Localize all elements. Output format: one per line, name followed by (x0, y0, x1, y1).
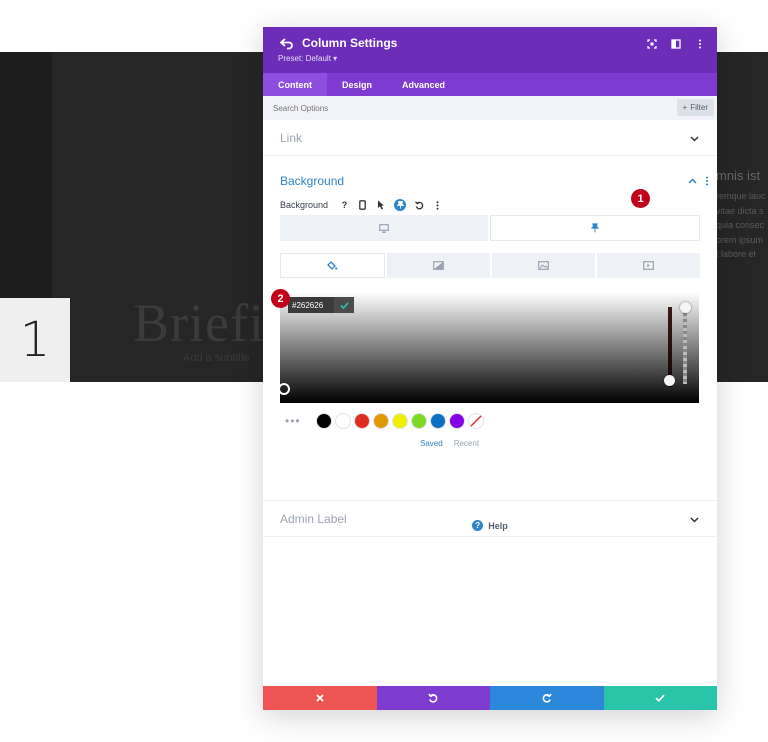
more-options-icon[interactable] (694, 38, 705, 49)
background-option-label: Background (280, 200, 329, 210)
preset-selector[interactable]: Preset: Default ▾ (278, 54, 337, 63)
swatch-green[interactable] (410, 413, 427, 429)
video-icon (643, 261, 654, 270)
page-right-line: orem ipsum (716, 234, 764, 245)
split-view-icon[interactable] (670, 38, 681, 49)
tab-saved-colors[interactable]: Saved (420, 439, 443, 448)
chevron-up-icon[interactable] (688, 177, 697, 186)
more-swatches-icon[interactable]: ••• (285, 414, 301, 428)
sticky-pin-icon[interactable] (394, 199, 407, 211)
color-swatches: ••• (285, 413, 484, 429)
swatch-blue[interactable] (429, 413, 446, 429)
tab-recent-colors[interactable]: Recent (454, 439, 479, 448)
undo-back-icon[interactable] (280, 36, 294, 50)
annotation-marker-1: 1 (631, 189, 650, 208)
help-link[interactable]: ? Help (263, 520, 717, 531)
page-right-heading: mnis ist (716, 168, 761, 183)
modal-footer (263, 686, 717, 710)
paint-bucket-icon (327, 260, 338, 270)
swatch-yellow[interactable] (391, 413, 408, 429)
tab-image[interactable] (492, 253, 595, 278)
swatch-tabs: Saved Recent (420, 439, 479, 448)
modal-header: Column Settings Preset: Default ▾ (263, 27, 717, 73)
fullscreen-icon[interactable] (646, 38, 657, 49)
background-section-title[interactable]: Background (280, 174, 344, 188)
undo-button[interactable] (376, 686, 490, 710)
tab-color[interactable] (280, 253, 385, 278)
save-button[interactable] (603, 686, 717, 710)
redo-icon (542, 693, 552, 703)
redo-button[interactable] (490, 686, 604, 710)
tab-advanced[interactable]: Advanced (387, 73, 460, 96)
annotation-marker-2: 2 (271, 289, 290, 308)
gradient-icon (433, 261, 444, 270)
admin-label-section[interactable]: Admin Label (263, 501, 717, 537)
link-section[interactable]: Link (263, 120, 717, 156)
color-selector-handle[interactable] (278, 383, 290, 395)
page-right-line: remque lauc (716, 191, 766, 201)
tab-desktop[interactable] (280, 215, 488, 241)
filter-button[interactable]: + Filter (676, 99, 714, 116)
confirm-color-button[interactable] (334, 297, 354, 313)
help-question-icon[interactable]: ? (340, 200, 349, 210)
swatch-black[interactable] (315, 413, 332, 429)
cancel-button[interactable] (263, 686, 377, 710)
swatch-orange[interactable] (372, 413, 389, 429)
cursor-hover-icon[interactable] (376, 200, 385, 210)
tab-content[interactable]: Content (263, 73, 327, 96)
search-options-input[interactable] (273, 99, 573, 117)
plus-icon: + (682, 103, 688, 112)
page-right-line: t labore et (716, 249, 757, 259)
section-more-icon[interactable] (705, 176, 709, 186)
page-right-text: mnis ist remque lauc vitae dicta s quia … (716, 168, 768, 262)
column-settings-modal: Column Settings Preset: Default ▾ Conten… (263, 27, 717, 710)
search-row: + Filter (263, 96, 717, 120)
background-type-tabs (280, 253, 700, 278)
modal-title-row: Column Settings (280, 36, 397, 50)
page-number: 1 (19, 312, 51, 368)
page-right-line: quia consec (716, 220, 765, 230)
swatch-red[interactable] (353, 413, 370, 429)
state-tabs (280, 215, 700, 241)
option-more-icon[interactable] (433, 200, 442, 210)
page-heading: Briefi (133, 293, 265, 353)
background-option-row: Background ? (280, 199, 442, 211)
page-subheading: Add a subtitle (183, 352, 250, 364)
swatch-purple[interactable] (448, 413, 465, 429)
undo-icon (428, 693, 438, 703)
header-actions (646, 38, 705, 49)
reset-icon[interactable] (415, 200, 424, 210)
opacity-slider-handle[interactable] (680, 302, 691, 313)
page-right-line: vitae dicta s (716, 205, 764, 216)
filter-label: Filter (690, 103, 708, 112)
no-color-icon (470, 415, 482, 427)
sticky-pin-icon (591, 223, 599, 233)
modal-tabs: Content Design Advanced (263, 73, 717, 96)
background-section: Background Background ? #262626 ••• Save… (263, 156, 717, 501)
close-icon (316, 694, 324, 702)
clear-color-swatch[interactable] (467, 413, 484, 429)
link-section-title: Link (280, 131, 303, 145)
image-icon (538, 261, 549, 270)
hue-slider-handle[interactable] (664, 375, 675, 386)
help-icon: ? (472, 520, 484, 531)
hex-color-input[interactable]: #262626 (288, 297, 334, 313)
tab-sticky[interactable] (490, 215, 700, 241)
tab-gradient[interactable] (387, 253, 490, 278)
mobile-icon[interactable] (358, 200, 367, 210)
desktop-icon (379, 223, 389, 233)
opacity-slider[interactable] (683, 307, 687, 384)
tab-video[interactable] (597, 253, 700, 278)
page-number-box: 1 (0, 298, 70, 382)
color-picker-area[interactable]: #262626 (278, 292, 699, 403)
tab-design[interactable]: Design (327, 73, 387, 96)
help-label: Help (488, 520, 508, 531)
swatch-white[interactable] (334, 413, 351, 429)
check-icon (655, 694, 665, 702)
chevron-down-icon (690, 136, 699, 142)
check-icon (339, 301, 349, 309)
modal-title: Column Settings (302, 36, 398, 50)
